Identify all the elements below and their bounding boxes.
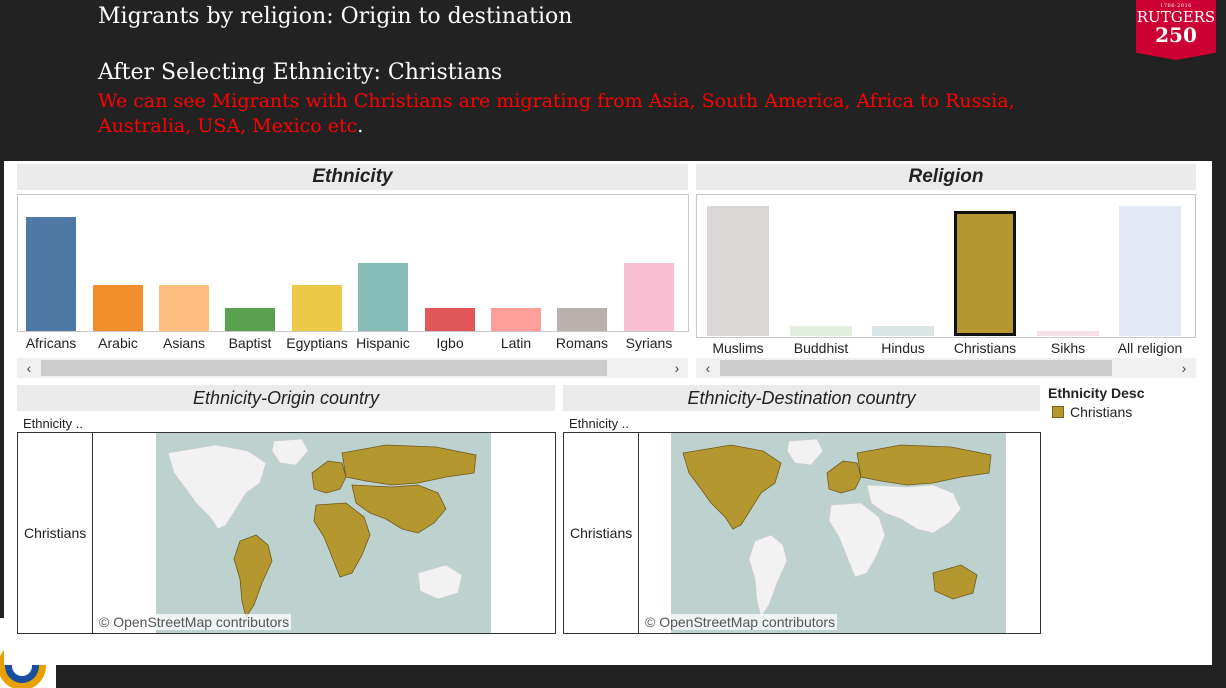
bar-asians[interactable] bbox=[159, 285, 209, 331]
destination-map-title: Ethnicity-Destination country bbox=[563, 385, 1040, 411]
tick-label[interactable]: Buddhist bbox=[781, 340, 861, 356]
destination-world-map[interactable] bbox=[671, 433, 1006, 633]
legend-swatch bbox=[1052, 406, 1064, 418]
bar-all-religion[interactable] bbox=[1119, 206, 1181, 336]
scroll-right-icon[interactable]: › bbox=[1174, 358, 1194, 378]
tick-label[interactable]: Hindus bbox=[863, 340, 943, 356]
rutgers-logo: 1766-2016 RUTGERS 250 bbox=[1136, 0, 1216, 60]
bar-igbo[interactable] bbox=[425, 308, 475, 331]
scroll-thumb[interactable] bbox=[41, 360, 607, 376]
tableau-dashboard: Ethnicity Africans Arabic Asians Baptist Egy… bbox=[4, 161, 1212, 665]
origin-row-header: Ethnicity .. bbox=[23, 416, 83, 431]
bar-syrians[interactable] bbox=[624, 263, 674, 331]
tick-label[interactable]: Sikhs bbox=[1028, 340, 1108, 356]
scroll-thumb[interactable] bbox=[720, 360, 1112, 376]
slide-title: Migrants by religion: Origin to destinat… bbox=[98, 4, 573, 29]
bar-hispanic[interactable] bbox=[358, 263, 408, 331]
scroll-left-icon[interactable]: ‹ bbox=[19, 358, 39, 378]
bar-hindus[interactable] bbox=[872, 326, 934, 336]
ethnicity-panel-title: Ethnicity bbox=[17, 164, 688, 190]
tick-label[interactable]: Syrians bbox=[609, 335, 689, 351]
bar-baptist[interactable] bbox=[225, 308, 275, 331]
tick-label[interactable]: Christians bbox=[945, 340, 1025, 356]
ethnicity-scrollbar[interactable]: ‹ › bbox=[17, 358, 688, 378]
religion-panel-title: Religion bbox=[696, 164, 1196, 190]
religion-scrollbar[interactable]: ‹ › bbox=[696, 358, 1196, 378]
destination-map-attribution[interactable]: © OpenStreetMap contributors bbox=[643, 614, 838, 630]
slide-description: We can see Migrants with Christians are … bbox=[98, 89, 1058, 139]
religion-bar-chart[interactable]: Muslims Buddhist Hindus Christians Sikhs All … bbox=[696, 194, 1196, 356]
bar-sikhs[interactable] bbox=[1037, 331, 1099, 336]
origin-map-attribution[interactable]: © OpenStreetMap contributors bbox=[97, 614, 292, 630]
tick-label[interactable]: Muslims bbox=[698, 340, 778, 356]
bar-romans[interactable] bbox=[557, 308, 607, 331]
destination-row-label: Christians bbox=[570, 525, 633, 541]
bar-buddhist[interactable] bbox=[790, 326, 852, 336]
slide-subtitle: After Selecting Ethnicity: Christians bbox=[98, 60, 503, 85]
legend-item-label: Christians bbox=[1070, 404, 1133, 420]
bar-egyptians[interactable] bbox=[292, 285, 342, 331]
scroll-left-icon[interactable]: ‹ bbox=[698, 358, 718, 378]
destination-row-header: Ethnicity .. bbox=[569, 416, 629, 431]
legend-item[interactable]: Christians bbox=[1052, 404, 1132, 420]
destination-map-frame: Christians © OpenStreetMap contributors bbox=[563, 432, 1041, 634]
logo-number: 250 bbox=[1155, 23, 1197, 47]
legend-title: Ethnicity Desc bbox=[1048, 385, 1145, 401]
description-period: . bbox=[357, 115, 364, 137]
tick-label[interactable]: All religion bbox=[1110, 340, 1190, 356]
scroll-right-icon[interactable]: › bbox=[667, 358, 687, 378]
bar-latin[interactable] bbox=[491, 308, 541, 331]
origin-map-frame: Christians © OpenStreetMap contributors bbox=[17, 432, 556, 634]
ethnicity-bar-chart[interactable]: Africans Arabic Asians Baptist Egyptians Hisp… bbox=[17, 194, 689, 351]
origin-map-title: Ethnicity-Origin country bbox=[17, 385, 555, 411]
bar-arabic[interactable] bbox=[93, 285, 143, 331]
bar-christians[interactable] bbox=[954, 211, 1016, 336]
description-text: We can see Migrants with Christians are … bbox=[98, 90, 1015, 137]
bar-africans[interactable] bbox=[26, 217, 76, 331]
bar-muslims[interactable] bbox=[707, 206, 769, 336]
origin-world-map[interactable] bbox=[156, 433, 491, 633]
origin-row-label: Christians bbox=[24, 525, 87, 541]
